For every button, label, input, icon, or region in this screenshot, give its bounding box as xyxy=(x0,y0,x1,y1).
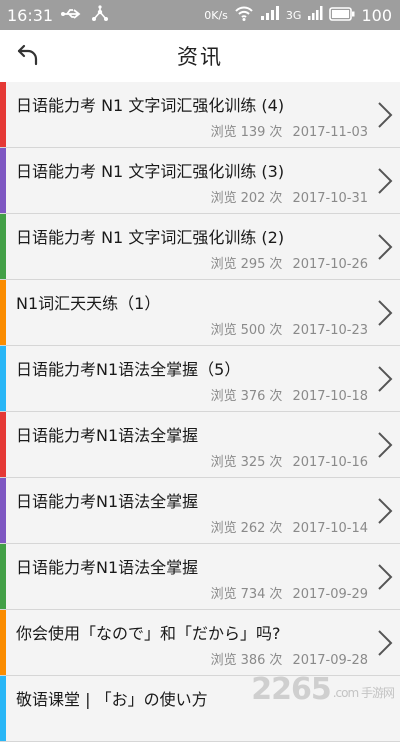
list-item[interactable]: 日语能力考 N1 文字词汇强化训练 (3) 浏览 202 次 2017-10-31 xyxy=(0,148,400,214)
article-title: 日语能力考N1语法全掌握 xyxy=(16,558,199,577)
wifi-icon xyxy=(234,5,254,25)
article-meta: 浏览 325 次 2017-10-16 xyxy=(210,455,368,470)
status-bar: 16:31 0K/s 3G 100 xyxy=(0,0,400,30)
article-title: 日语能力考N1语法全掌握 xyxy=(16,426,199,445)
chevron-right-icon xyxy=(378,102,393,128)
article-meta: 浏览 500 次 2017-10-23 xyxy=(210,323,368,338)
signal-icon-2 xyxy=(307,5,323,25)
chevron-right-icon xyxy=(378,498,393,524)
article-title: 日语能力考N1语法全掌握 xyxy=(16,492,199,511)
article-meta: 浏览 202 次 2017-10-31 xyxy=(210,191,368,206)
color-bar xyxy=(0,610,6,675)
list-item[interactable]: 日语能力考N1语法全掌握 浏览 262 次 2017-10-14 xyxy=(0,478,400,544)
color-bar xyxy=(0,148,6,213)
list-item[interactable]: 日语能力考N1语法全掌握 浏览 734 次 2017-09-29 xyxy=(0,544,400,610)
article-meta: 浏览 139 次 2017-11-03 xyxy=(210,125,368,140)
article-title: 日语能力考 N1 文字词汇强化训练 (4) xyxy=(16,96,285,115)
list-item[interactable]: 日语能力考 N1 文字词汇强化训练 (2) 浏览 295 次 2017-10-26 xyxy=(0,214,400,280)
list-item[interactable]: 日语能力考N1语法全掌握 浏览 325 次 2017-10-16 xyxy=(0,412,400,478)
article-title: N1词汇天天练（1） xyxy=(16,294,161,313)
color-bar xyxy=(0,346,6,411)
chevron-right-icon xyxy=(378,564,393,590)
color-bar xyxy=(0,544,6,609)
color-bar xyxy=(0,214,6,279)
article-meta: 浏览 376 次 2017-10-18 xyxy=(210,389,368,404)
app-header: 资讯 xyxy=(0,30,400,82)
clock: 16:31 xyxy=(7,5,54,25)
chevron-right-icon xyxy=(378,234,393,260)
color-bar xyxy=(0,676,6,741)
article-title: 日语能力考 N1 文字词汇强化训练 (2) xyxy=(16,228,285,247)
color-bar xyxy=(0,280,6,345)
site-watermark: 2265 .com 手游网 xyxy=(251,672,395,707)
color-bar xyxy=(0,412,6,477)
signal-icon xyxy=(260,5,280,25)
list-item[interactable]: 日语能力考 N1 文字词汇强化训练 (4) 浏览 139 次 2017-11-03 xyxy=(0,82,400,148)
list-item[interactable]: N1词汇天天练（1） 浏览 500 次 2017-10-23 xyxy=(0,280,400,346)
chevron-right-icon xyxy=(378,630,393,656)
article-meta: 浏览 734 次 2017-09-29 xyxy=(210,587,368,602)
article-meta: 浏览 386 次 2017-09-28 xyxy=(210,653,368,668)
back-arrow-icon xyxy=(15,41,41,71)
article-meta: 浏览 295 次 2017-10-26 xyxy=(210,257,368,272)
article-title: 你会使用「なので」和「だから」吗? xyxy=(16,624,281,643)
article-title: 日语能力考 N1 文字词汇强化训练 (3) xyxy=(16,162,285,181)
chevron-right-icon xyxy=(378,300,393,326)
list-item[interactable]: 日语能力考N1语法全掌握（5） 浏览 376 次 2017-10-18 xyxy=(0,346,400,412)
back-button[interactable] xyxy=(8,38,48,74)
list-item[interactable]: 你会使用「なので」和「だから」吗? 浏览 386 次 2017-09-28 xyxy=(0,610,400,676)
usb-icon xyxy=(61,6,83,25)
page-title: 资讯 xyxy=(177,45,223,69)
chevron-right-icon xyxy=(378,168,393,194)
article-meta: 浏览 262 次 2017-10-14 xyxy=(210,521,368,536)
color-bar xyxy=(0,82,6,147)
article-list: 日语能力考 N1 文字词汇强化训练 (4) 浏览 139 次 2017-11-03 日… xyxy=(0,82,400,742)
chevron-right-icon xyxy=(378,366,393,392)
chevron-right-icon xyxy=(378,432,393,458)
share-icon xyxy=(91,5,109,25)
battery-icon xyxy=(329,6,355,25)
article-title: 日语能力考N1语法全掌握（5） xyxy=(16,360,241,379)
data-rate: 0K/s xyxy=(204,8,228,22)
color-bar xyxy=(0,478,6,543)
article-title: 敬语课堂 | 「お」の使い方 xyxy=(16,690,208,709)
battery-level: 100 xyxy=(361,5,392,25)
network-type: 3G xyxy=(285,8,302,22)
